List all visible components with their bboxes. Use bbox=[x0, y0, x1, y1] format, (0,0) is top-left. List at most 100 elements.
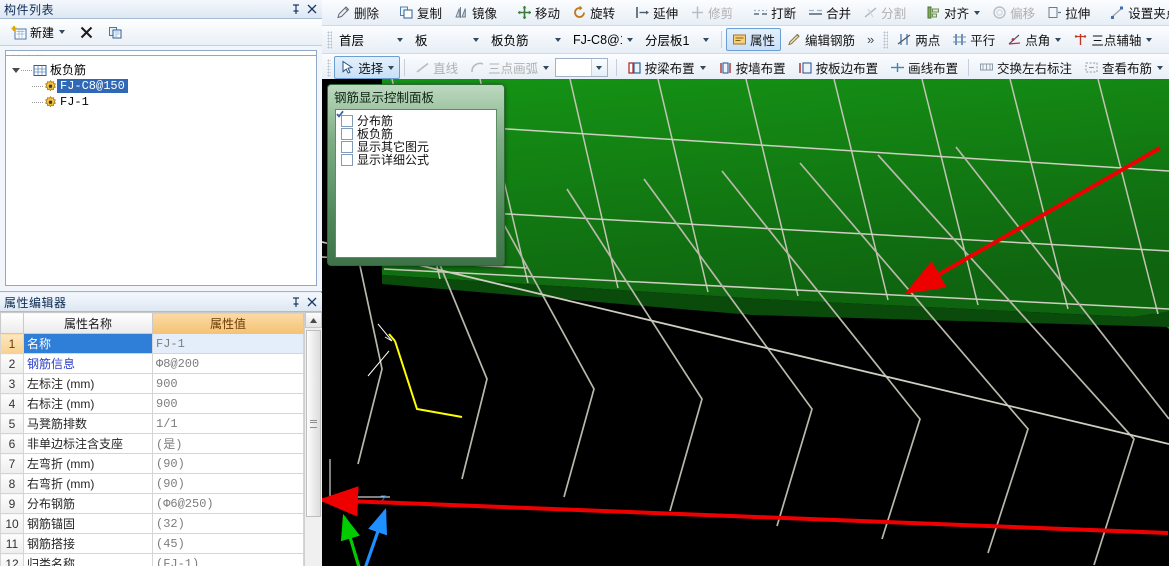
table-row[interactable]: 8 右弯折 (mm) (90) bbox=[0, 473, 304, 494]
property-value[interactable]: (是) bbox=[152, 433, 304, 454]
break-button[interactable]: 打断 bbox=[747, 1, 802, 24]
extend-button[interactable]: 延伸 bbox=[629, 1, 684, 24]
table-row[interactable]: 5 马凳筋排数 1/1 bbox=[0, 413, 304, 434]
table-row[interactable]: 6 非单边标注含支座 (是) bbox=[0, 433, 304, 454]
trim-button[interactable]: 修剪 bbox=[684, 1, 739, 24]
scrollbar-thumb[interactable] bbox=[306, 330, 321, 517]
floor-combo[interactable]: 首层 bbox=[335, 30, 407, 49]
chevron-down-icon[interactable] bbox=[468, 31, 483, 48]
property-grid[interactable]: 属性名称 属性值 1 名称 FJ-1 2 钢筋信息 Ф8@200 3 左标注 (mm) 900 4… bbox=[0, 312, 322, 566]
merge-button[interactable]: 合并 bbox=[802, 1, 857, 24]
chevron-down-icon[interactable] bbox=[543, 65, 550, 70]
point-angle-button[interactable]: 点角 bbox=[1001, 28, 1067, 51]
property-value[interactable]: Ф8@200 bbox=[152, 353, 304, 374]
chevron-down-icon[interactable] bbox=[698, 31, 713, 48]
tree-node-fj-1[interactable]: FJ-1 bbox=[6, 94, 316, 110]
property-grid-scrollbar[interactable] bbox=[304, 312, 322, 566]
table-row[interactable]: 9 分布钢筋 (Ф6@250) bbox=[0, 493, 304, 514]
close-icon[interactable] bbox=[304, 294, 320, 310]
mirror-button[interactable]: 镜像 bbox=[448, 1, 503, 24]
pin-icon[interactable] bbox=[288, 294, 304, 310]
rotate-button[interactable]: 旋转 bbox=[566, 1, 621, 24]
draw-mode-combo[interactable] bbox=[555, 58, 608, 77]
layer-combo[interactable]: 分层板1 bbox=[641, 30, 713, 49]
show-other-entities-checkbox[interactable] bbox=[336, 110, 353, 153]
chevron-down-icon[interactable] bbox=[550, 31, 565, 48]
category-combo[interactable]: 板 bbox=[411, 30, 483, 49]
new-component-button[interactable]: 新建 bbox=[6, 20, 70, 44]
tree-node-fj-c8-150[interactable]: FJ-C8@150 bbox=[6, 78, 316, 94]
chevron-down-icon[interactable] bbox=[392, 31, 407, 48]
table-row[interactable]: 3 左标注 (mm) 900 bbox=[0, 373, 304, 394]
pin-icon[interactable] bbox=[288, 1, 304, 17]
offset-button[interactable]: 偏移 bbox=[986, 1, 1041, 24]
chevron-down-icon[interactable] bbox=[1157, 65, 1163, 70]
property-value[interactable]: 1/1 bbox=[152, 413, 304, 434]
table-row[interactable]: 1 名称 FJ-1 bbox=[0, 333, 304, 354]
split-button[interactable]: 分割 bbox=[857, 1, 912, 24]
chevron-down-icon[interactable] bbox=[1055, 37, 1062, 42]
layout-by-slab-edge-button[interactable]: 按板边布置 bbox=[792, 56, 885, 79]
toolbar-grip[interactable] bbox=[327, 58, 332, 77]
delete-button[interactable]: 删除 bbox=[330, 1, 385, 24]
cad-viewport[interactable]: Z Y X 钢筋显示控制面板 分布筋板负筋显示其它图元显示详细公式 bbox=[322, 79, 1169, 566]
property-name: 钢筋锚固 bbox=[23, 513, 153, 534]
three-point-arc-button[interactable]: 三点画弧 bbox=[464, 56, 555, 79]
chevron-down-icon[interactable] bbox=[388, 65, 395, 70]
table-row[interactable]: 7 左弯折 (mm) (90) bbox=[0, 453, 304, 474]
chevron-down-icon[interactable] bbox=[699, 65, 706, 70]
chevron-down-icon[interactable] bbox=[1146, 37, 1153, 42]
toolbar-grip[interactable] bbox=[883, 30, 889, 49]
set-grip-button[interactable]: 设置夹点 bbox=[1104, 1, 1169, 24]
move-button[interactable]: 移动 bbox=[511, 1, 566, 24]
property-value[interactable]: (90) bbox=[152, 473, 304, 494]
chevron-down-icon[interactable] bbox=[59, 30, 66, 34]
layout-by-line-button[interactable]: 画线布置 bbox=[884, 56, 964, 79]
tree-node-root[interactable]: 板负筋 bbox=[6, 62, 316, 78]
close-icon[interactable] bbox=[304, 1, 320, 17]
delete-component-button[interactable] bbox=[74, 20, 99, 44]
toolbar-overflow-button[interactable]: » bbox=[861, 32, 880, 47]
table-row[interactable]: 11 钢筋搭接 (45) bbox=[0, 533, 304, 554]
table-row[interactable]: 4 右标注 (mm) 900 bbox=[0, 393, 304, 414]
two-point-button[interactable]: 两点 bbox=[891, 28, 946, 51]
parallel-button[interactable]: 平行 bbox=[946, 28, 1001, 51]
select-button[interactable]: 选择 bbox=[334, 56, 401, 79]
show-detail-formula-row[interactable]: 显示详细公式 bbox=[336, 110, 491, 167]
copy-button[interactable]: 复制 bbox=[393, 1, 448, 24]
rebar-display-control-panel[interactable]: 钢筋显示控制面板 分布筋 板负筋 显示其它图元 显示详细公式 bbox=[327, 84, 505, 266]
property-value[interactable]: (90) bbox=[152, 453, 304, 474]
chevron-down-icon[interactable] bbox=[974, 10, 981, 15]
edit-rebar-button[interactable]: 编辑钢筋 bbox=[781, 28, 861, 51]
swap-lr-dim-button[interactable]: 交换左右标注 bbox=[973, 56, 1078, 79]
table-row[interactable]: 2 钢筋信息 Ф8@200 bbox=[0, 353, 304, 374]
chevron-down-icon[interactable] bbox=[590, 59, 607, 76]
three-point-axis-button[interactable]: 三点辅轴 bbox=[1067, 28, 1158, 51]
slab-negative-rebar-checkbox[interactable] bbox=[336, 110, 353, 140]
table-row[interactable]: 12 归类名称 (FJ-1) bbox=[0, 553, 304, 566]
show-detail-formula-checkbox[interactable] bbox=[336, 110, 353, 166]
member-combo[interactable]: 板负筋 bbox=[487, 30, 565, 49]
component-combo[interactable]: FJ-C8@1 bbox=[569, 30, 637, 49]
line-button[interactable]: 直线 bbox=[409, 56, 464, 79]
property-value[interactable]: (32) bbox=[152, 513, 304, 534]
stretch-button[interactable]: 拉伸 bbox=[1041, 1, 1096, 24]
scroll-up-arrow-icon[interactable] bbox=[305, 312, 322, 328]
table-row[interactable]: 10 钢筋锚固 (32) bbox=[0, 513, 304, 534]
copy-component-button[interactable] bbox=[103, 20, 128, 44]
layout-by-wall-button[interactable]: 按墙布置 bbox=[712, 56, 792, 79]
align-button[interactable]: 对齐 bbox=[920, 1, 986, 24]
property-value[interactable]: (FJ-1) bbox=[152, 553, 304, 566]
property-value[interactable]: 900 bbox=[152, 393, 304, 414]
toolbar-grip[interactable] bbox=[327, 30, 332, 49]
expander-icon[interactable] bbox=[10, 65, 21, 76]
view-rebar-button[interactable]: 查看布筋 bbox=[1078, 56, 1169, 79]
chevron-down-icon[interactable] bbox=[622, 31, 637, 48]
component-tree[interactable]: 板负筋 FJ-C8@150 FJ-1 bbox=[5, 55, 317, 286]
property-value[interactable]: (45) bbox=[152, 533, 304, 554]
property-button[interactable]: 属性 bbox=[726, 28, 782, 51]
property-value[interactable]: FJ-1 bbox=[152, 333, 304, 354]
property-value[interactable]: (Ф6@250) bbox=[152, 493, 304, 514]
property-value[interactable]: 900 bbox=[152, 373, 304, 394]
layout-by-beam-button[interactable]: 按梁布置 bbox=[621, 56, 712, 79]
